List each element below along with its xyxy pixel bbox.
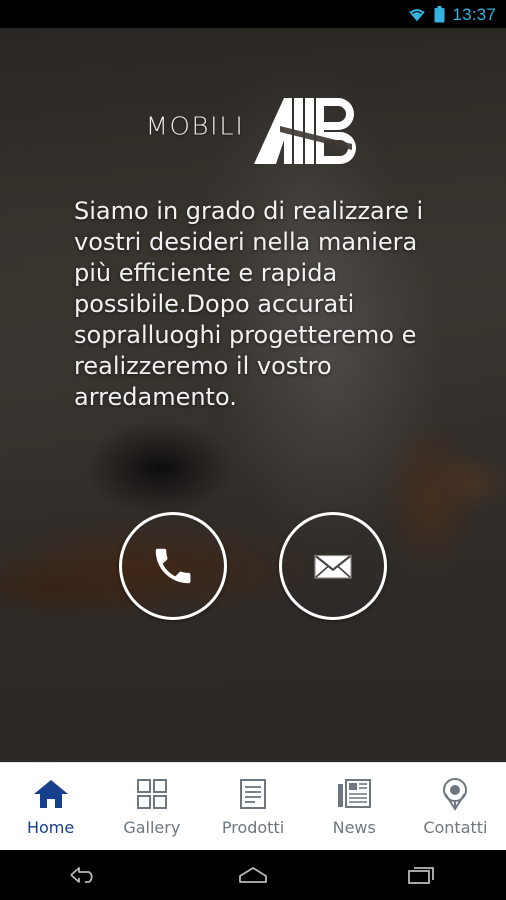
tab-label-prodotti: Prodotti — [221, 818, 285, 837]
wifi-icon — [407, 6, 427, 22]
tab-label-news: News — [332, 818, 376, 837]
android-system-navigation — [0, 850, 506, 900]
hero-paragraph: Siamo in grado di realizzare i vostri de… — [74, 197, 424, 411]
tab-news[interactable]: News — [304, 763, 405, 850]
tab-gallery[interactable]: Gallery — [101, 763, 202, 850]
brand-logo: MOBILI — [0, 96, 506, 166]
grid-icon — [136, 777, 168, 811]
tab-label-home: Home — [26, 818, 75, 837]
recents-button[interactable] — [377, 850, 467, 900]
tab-prodotti[interactable]: Prodotti — [202, 763, 303, 850]
phone-icon — [150, 543, 196, 589]
newspaper-icon — [337, 777, 372, 811]
app-content: MOBILI Siamo in grado di realizzare i vo… — [0, 28, 506, 762]
list-doc-icon — [237, 777, 269, 811]
contact-actions — [0, 512, 506, 620]
status-bar-clock: 13:37 — [452, 4, 496, 24]
map-pin-icon — [442, 777, 468, 811]
call-button[interactable] — [119, 512, 227, 620]
status-bar: 13:37 — [0, 0, 506, 28]
brand-wordmark: MOBILI — [145, 112, 245, 142]
tab-label-contatti: Contatti — [423, 818, 488, 837]
phone-screen: 13:37 MOBILI Siamo in grado di realizzar… — [0, 0, 506, 900]
bottom-navigation: Home Gallery Prodotti News Contatti — [0, 762, 506, 850]
ab-monogram-logo — [240, 96, 360, 166]
battery-icon — [434, 5, 445, 23]
email-button[interactable] — [279, 512, 387, 620]
envelope-icon — [309, 542, 357, 590]
tab-label-gallery: Gallery — [123, 818, 181, 837]
tab-contatti[interactable]: Contatti — [405, 763, 506, 850]
home-button[interactable] — [208, 850, 298, 900]
home-icon — [33, 777, 69, 811]
back-button[interactable] — [39, 850, 129, 900]
tab-home[interactable]: Home — [0, 763, 101, 850]
